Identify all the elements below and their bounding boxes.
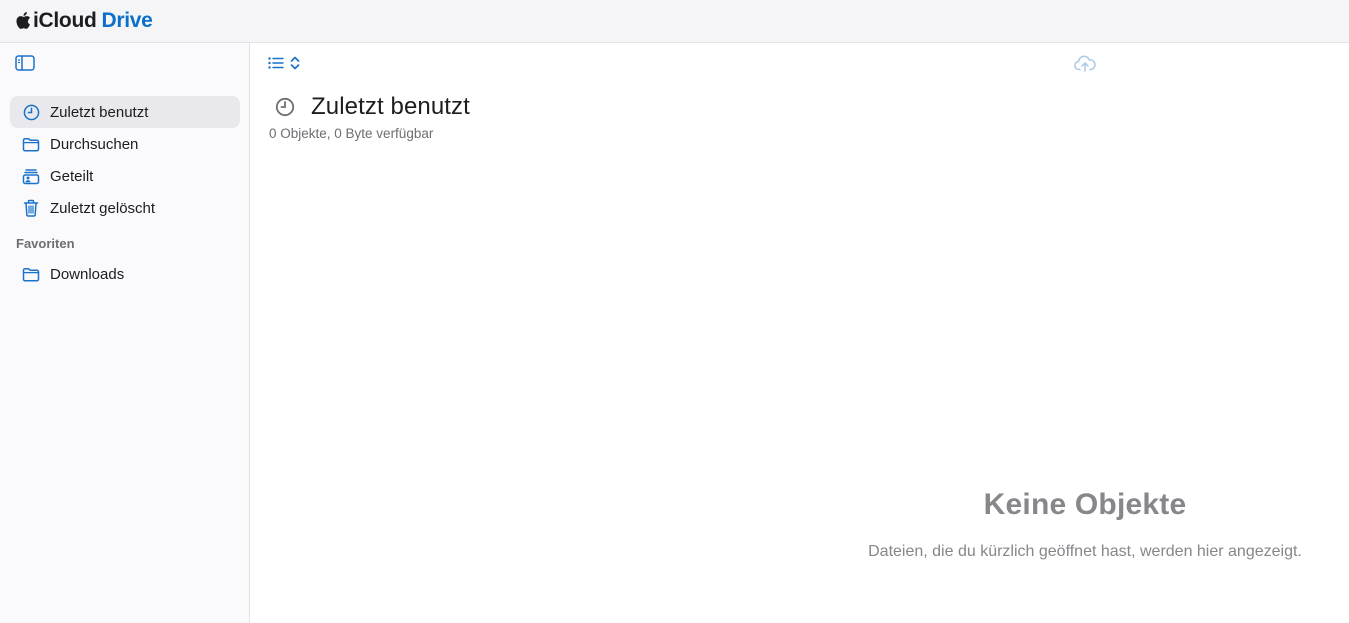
sidebar-item-label: Geteilt — [50, 167, 94, 185]
sidebar-item-label: Durchsuchen — [50, 135, 139, 153]
app-logo[interactable]: iCloud Drive — [15, 9, 153, 33]
sidebar-item-browse[interactable]: Durchsuchen — [10, 128, 240, 160]
shared-folder-icon — [22, 167, 40, 185]
list-view-icon — [268, 57, 284, 69]
main-content: Zuletzt benutzt 0 Objekte, 0 Byte verfüg… — [250, 43, 1349, 623]
page-header: Zuletzt benutzt — [275, 93, 470, 121]
favorites-section-title: Favoriten — [16, 236, 75, 251]
sidebar-item-label: Zuletzt gelöscht — [50, 199, 156, 217]
empty-state-description: Dateien, die du kürzlich geöffnet hast, … — [868, 543, 1302, 560]
sidebar-item-label: Downloads — [50, 265, 125, 283]
sidebar-item-recents[interactable]: Zuletzt benutzt — [10, 96, 240, 128]
cloud-upload-icon — [1074, 55, 1096, 72]
top-bar: iCloud Drive — [0, 0, 1349, 43]
clock-icon — [22, 103, 40, 121]
sidebar-nav: Zuletzt benutzt Durchsuchen Geteilt Zule… — [10, 96, 240, 224]
sidebar-item-recently-deleted[interactable]: Zuletzt gelöscht — [10, 192, 240, 224]
chevron-up-down-icon — [290, 56, 300, 70]
folder-icon — [22, 265, 40, 283]
brand-name: iCloud — [33, 9, 97, 32]
page-title: Zuletzt benutzt — [311, 93, 470, 120]
storage-summary: 0 Objekte, 0 Byte verfügbar — [269, 126, 434, 141]
sidebar-item-shared[interactable]: Geteilt — [10, 160, 240, 192]
apple-logo-icon — [16, 11, 31, 29]
upload-button[interactable] — [1073, 53, 1097, 73]
sidebar-item-label: Zuletzt benutzt — [50, 103, 149, 121]
empty-state: Keine Objekte Dateien, die du kürzlich g… — [810, 488, 1349, 561]
sidebar-item-downloads[interactable]: Downloads — [10, 258, 240, 290]
sidebar-toggle-button[interactable] — [14, 54, 36, 72]
sidebar: Zuletzt benutzt Durchsuchen Geteilt Zule… — [0, 43, 250, 623]
product-name: Drive — [101, 9, 153, 32]
view-options-button[interactable] — [268, 54, 304, 72]
folder-icon — [22, 135, 40, 153]
sidebar-toggle-icon — [15, 55, 35, 71]
trash-icon — [22, 199, 40, 217]
clock-icon — [275, 97, 295, 117]
icloud-drive-window: iCloud Drive Zuletzt benutzt Durchsuchen… — [0, 0, 1349, 623]
empty-state-title: Keine Objekte — [983, 488, 1187, 521]
favorites-list: Downloads — [10, 258, 240, 290]
